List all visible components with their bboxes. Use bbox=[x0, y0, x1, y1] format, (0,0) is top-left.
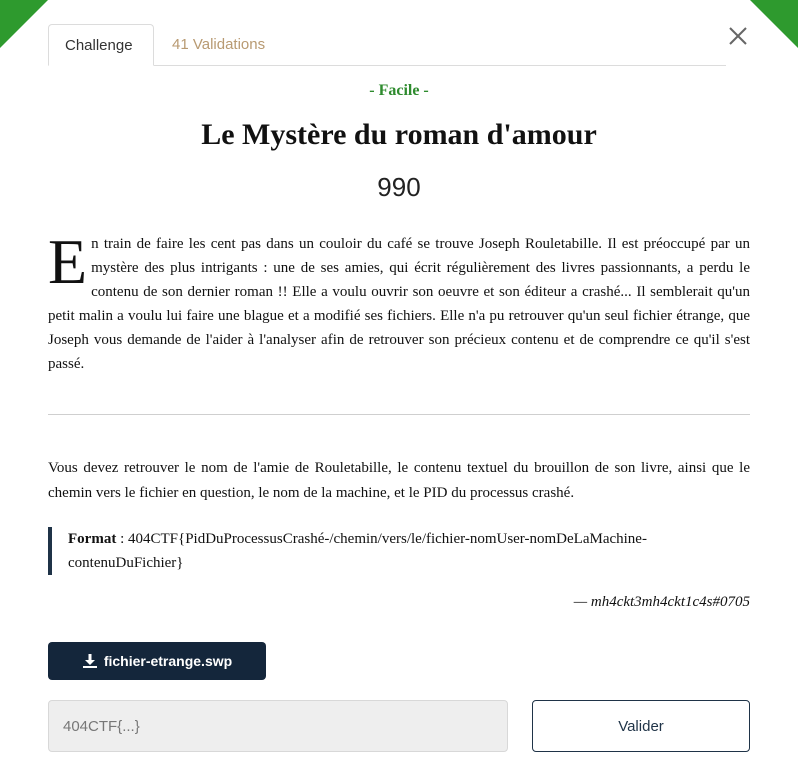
tab-bar: Challenge 41 Validations bbox=[48, 24, 726, 66]
challenge-points: 990 bbox=[377, 172, 421, 202]
challenge-description: En train de faire les cent pas dans un c… bbox=[48, 226, 750, 376]
format-label: Format bbox=[68, 531, 117, 547]
challenge-title: Le Mystère du roman d'amour bbox=[201, 118, 597, 151]
corner-ribbon-left bbox=[0, 0, 48, 48]
corner-ribbon-right bbox=[750, 0, 798, 48]
download-icon bbox=[82, 654, 97, 668]
difficulty-label: - Facile - bbox=[369, 82, 429, 99]
close-button[interactable] bbox=[726, 24, 750, 48]
format-blockquote: Format : 404CTF{PidDuProcessusCrashé-/ch… bbox=[48, 527, 748, 575]
format-value: : 404CTF{PidDuProcessusCrashé-/chemin/ve… bbox=[68, 531, 647, 571]
tab-challenge[interactable]: Challenge bbox=[48, 24, 154, 66]
close-icon bbox=[729, 27, 747, 45]
description-dropcap: E bbox=[48, 226, 88, 297]
download-file-button[interactable]: fichier-etrange.swp bbox=[48, 642, 266, 680]
download-file-label: fichier-etrange.swp bbox=[103, 653, 233, 669]
challenge-author: — mh4ckt3mh4ckt1c4s#0705 bbox=[573, 594, 750, 610]
flag-input[interactable] bbox=[48, 700, 508, 752]
section-divider bbox=[48, 414, 750, 415]
submit-flag-button[interactable]: Valider bbox=[532, 700, 750, 752]
description-text: n train de faire les cent pas dans un co… bbox=[48, 236, 750, 372]
tab-validations[interactable]: 41 Validations bbox=[156, 24, 281, 65]
challenge-task: Vous devez retrouver le nom de l'amie de… bbox=[48, 460, 750, 501]
